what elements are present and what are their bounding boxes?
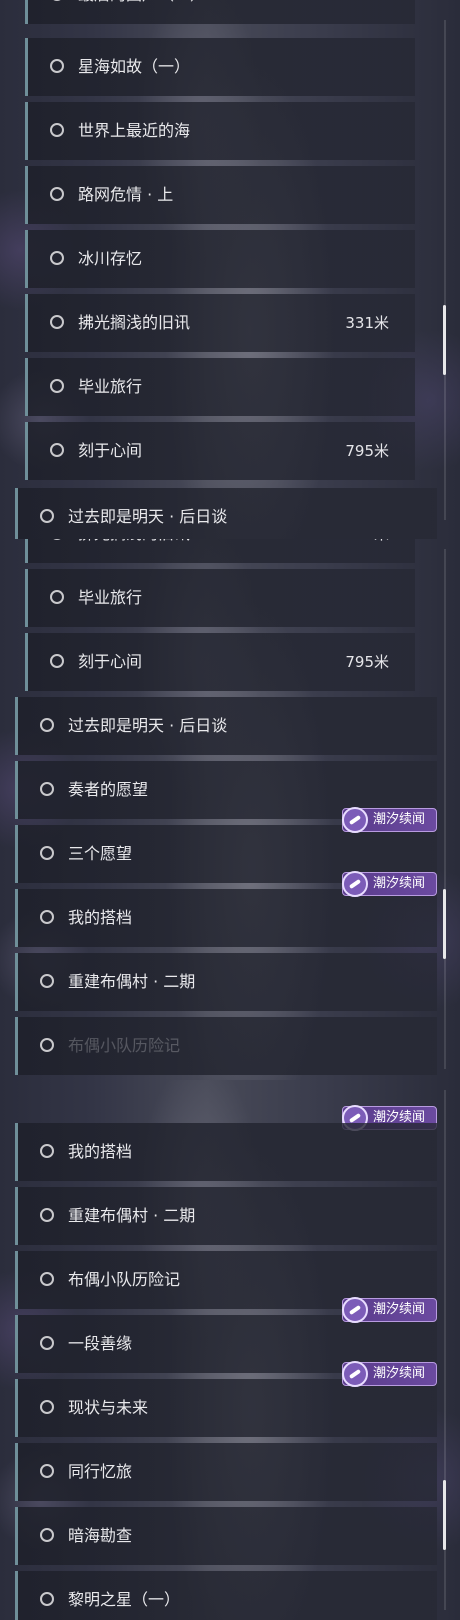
radio-circle-icon	[50, 123, 64, 137]
quest-label: 毕业旅行	[78, 377, 143, 396]
radio-circle-icon	[50, 379, 64, 393]
quest-item[interactable]: 过去即是明天 · 后日谈	[15, 697, 437, 755]
radio-circle-icon	[40, 1144, 54, 1158]
quest-item[interactable]: 我的搭档	[15, 1123, 437, 1181]
quest-list-panel-1[interactable]: 最后的回声（一） 星海如故（一） 世界上最近的海 路网危情 · 上 冰川存忆 拂…	[0, 0, 460, 539]
radio-circle-icon	[40, 509, 54, 523]
quest-label: 拂光搁浅的旧讯	[78, 313, 191, 332]
radio-circle-icon	[40, 910, 54, 924]
quest-item[interactable]: 现状与未来	[15, 1379, 437, 1437]
radio-circle-icon	[50, 539, 64, 540]
radio-circle-icon	[50, 251, 64, 265]
quest-item[interactable]: 刻于心间 795米	[25, 633, 415, 691]
quest-item[interactable]: 重建布偶村 · 二期	[15, 1187, 437, 1245]
quest-list-panel-3[interactable]: 潮汐续闻 我的搭档 重建布偶村 · 二期 布偶小队历险记 一段善缘 潮汐续闻 现…	[0, 1080, 460, 1620]
feather-pen-icon	[342, 807, 368, 833]
badge-label: 潮汐续闻	[373, 812, 426, 827]
badge-label: 潮汐续闻	[373, 1366, 426, 1381]
radio-circle-icon	[50, 187, 64, 201]
scrollbar-thumb[interactable]	[443, 305, 446, 375]
feather-pen-icon	[342, 1361, 368, 1387]
tide-story-badge: 潮汐续闻	[342, 871, 437, 897]
scrollbar-track[interactable]	[444, 20, 446, 520]
badge-label: 潮汐续闻	[373, 1302, 426, 1317]
quest-label: 黎明之星（一）	[68, 1590, 181, 1609]
quest-item[interactable]: 刻于心间 795米	[25, 422, 415, 480]
radio-circle-icon	[40, 1038, 54, 1052]
radio-circle-icon	[40, 782, 54, 796]
quest-item[interactable]: 暗海勘查	[15, 1507, 437, 1565]
radio-circle-icon	[50, 59, 64, 73]
quest-item[interactable]: 世界上最近的海	[25, 102, 415, 160]
quest-label: 刻于心间	[78, 441, 143, 460]
quest-item[interactable]: 重建布偶村 · 二期	[15, 953, 437, 1011]
quest-distance: 795米	[345, 442, 389, 460]
scrollbar-thumb[interactable]	[443, 889, 446, 959]
quest-item[interactable]: 布偶小队历险记	[15, 1017, 437, 1075]
quest-item[interactable]: 毕业旅行	[25, 358, 415, 416]
quest-label: 毕业旅行	[78, 588, 143, 607]
quest-label: 拂光搁浅的旧讯	[78, 539, 190, 563]
radio-circle-icon	[40, 1272, 54, 1286]
badge-label: 潮汐续闻	[373, 876, 426, 891]
quest-label: 布偶小队历险记	[68, 1270, 181, 1289]
quest-item[interactable]: 路网危情 · 上	[25, 166, 415, 224]
radio-circle-icon	[50, 0, 64, 1]
quest-label: 现状与未来	[68, 1398, 149, 1417]
scrollbar-thumb[interactable]	[443, 1480, 446, 1550]
quest-label: 星海如故（一）	[78, 57, 191, 76]
radio-circle-icon	[40, 718, 54, 732]
radio-circle-icon	[40, 1208, 54, 1222]
quest-distance: 795米	[345, 653, 389, 671]
quest-item[interactable]: 冰川存忆	[25, 230, 415, 288]
quest-distance: 331米	[345, 539, 389, 563]
quest-item[interactable]: 我的搭档	[15, 889, 437, 947]
quest-label: 重建布偶村 · 二期	[68, 1206, 196, 1225]
quest-item[interactable]: 过去即是明天 · 后日谈	[15, 488, 437, 539]
quest-list-panel-2[interactable]: 拂光搁浅的旧讯 331米 毕业旅行 刻于心间 795米 过去即是明天 · 后日谈…	[0, 539, 460, 1080]
quest-label: 刻于心间	[78, 652, 143, 671]
quest-label: 过去即是明天 · 后日谈	[68, 716, 228, 735]
quest-label: 路网危情 · 上	[78, 185, 174, 204]
tide-story-badge: 潮汐续闻	[342, 1297, 437, 1323]
tide-story-badge: 潮汐续闻	[342, 1361, 437, 1387]
radio-circle-icon	[40, 1592, 54, 1606]
radio-circle-icon	[50, 654, 64, 668]
quest-item[interactable]: 黎明之星（一）	[15, 1571, 437, 1620]
quest-item[interactable]: 最后的回声（一）	[25, 0, 415, 24]
feather-pen-icon	[342, 871, 368, 897]
quest-item[interactable]: 拂光搁浅的旧讯 331米	[25, 294, 415, 352]
quest-label: 最后的回声（一）	[78, 0, 206, 24]
quest-item[interactable]: 同行忆旅	[15, 1443, 437, 1501]
scrollbar-track[interactable]	[444, 549, 446, 1069]
radio-circle-icon	[50, 443, 64, 457]
quest-item[interactable]: 星海如故（一）	[25, 38, 415, 96]
radio-circle-icon	[40, 974, 54, 988]
radio-circle-icon	[40, 846, 54, 860]
quest-item[interactable]: 毕业旅行	[25, 569, 415, 627]
quest-label: 我的搭档	[68, 1142, 133, 1161]
quest-label: 暗海勘查	[68, 1526, 133, 1545]
quest-label: 同行忆旅	[68, 1462, 133, 1481]
quest-label: 世界上最近的海	[78, 121, 191, 140]
quest-label: 冰川存忆	[78, 249, 143, 268]
radio-circle-icon	[40, 1336, 54, 1350]
radio-circle-icon	[40, 1464, 54, 1478]
radio-circle-icon	[40, 1400, 54, 1414]
radio-circle-icon	[50, 315, 64, 329]
quest-label: 我的搭档	[68, 908, 133, 927]
quest-distance: 331米	[345, 314, 389, 332]
quest-label: 布偶小队历险记	[68, 1036, 181, 1055]
quest-label: 三个愿望	[68, 844, 133, 863]
tide-story-badge: 潮汐续闻	[342, 807, 437, 833]
quest-label: 奏者的愿望	[68, 780, 149, 799]
feather-pen-icon	[342, 1297, 368, 1323]
quest-label: 一段善缘	[68, 1334, 133, 1353]
quest-label: 重建布偶村 · 二期	[68, 972, 196, 991]
quest-label: 过去即是明天 · 后日谈	[68, 507, 228, 526]
radio-circle-icon	[50, 590, 64, 604]
quest-item[interactable]: 拂光搁浅的旧讯 331米	[25, 539, 415, 563]
radio-circle-icon	[40, 1528, 54, 1542]
